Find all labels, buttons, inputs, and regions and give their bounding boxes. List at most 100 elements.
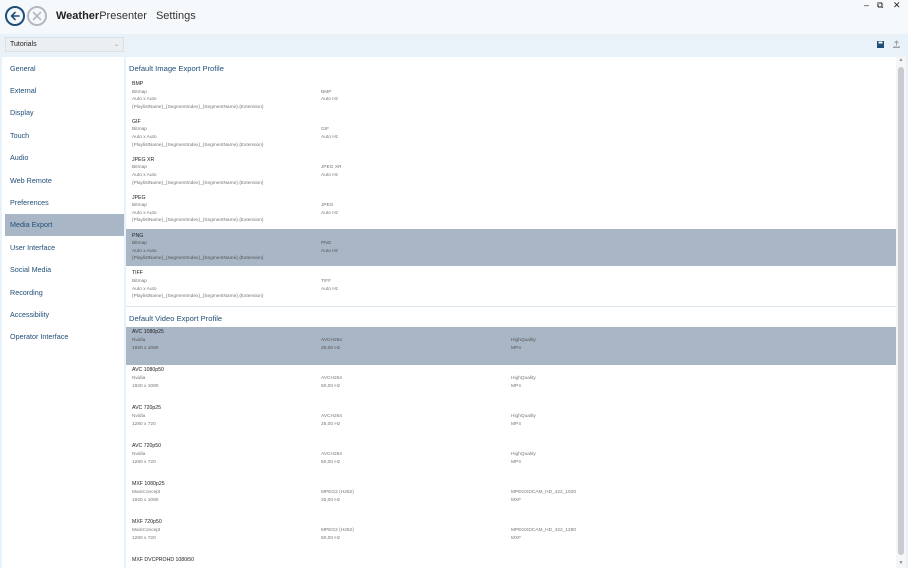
profile-filename-pattern: {PlaylistName}_{SegmentIndex}_{SegmentNa… xyxy=(132,294,264,300)
vertical-scrollbar[interactable]: ▲ ▼ xyxy=(896,57,906,568)
video-profile-row[interactable]: AVC 1080p50 Nvidia 1920 x 1080 AVCH264 5… xyxy=(126,365,896,403)
profile-rate: Auto Hz xyxy=(321,286,339,292)
profile-type: JPEG xyxy=(321,203,334,209)
profile-format: Bitmap xyxy=(132,203,147,209)
profile-codec: AVCH264 xyxy=(321,337,342,343)
profile-rate: Auto Hz xyxy=(321,172,339,178)
sidebar-item-web-remote[interactable]: Web Remote xyxy=(2,169,124,191)
profile-type: BMP xyxy=(321,89,332,95)
sidebar-item-general[interactable]: General xyxy=(2,57,124,79)
video-profile-row[interactable]: AVC 720p50 Nvidia 1280 x 720 AVCH264 50,… xyxy=(126,441,896,479)
profile-codec: MPEG2 (H262) xyxy=(321,527,354,533)
sidebar-item-preferences[interactable]: Preferences xyxy=(2,191,124,213)
media-export-panel: Default Image Export Profile BMP Bitmap … xyxy=(126,57,896,568)
video-section-title: Default Video Export Profile xyxy=(129,314,223,324)
save-icon xyxy=(876,41,884,48)
profile-type: JPEG XR xyxy=(321,165,342,171)
profile-filename-pattern: {PlaylistName}_{SegmentIndex}_{SegmentNa… xyxy=(132,104,264,110)
profile-resolution: Auto x Auto xyxy=(132,210,157,216)
profile-rate: 50,00 Hz xyxy=(321,383,341,389)
video-profile-row[interactable]: MXF DVCPROHD 1080i50 xyxy=(126,555,896,568)
title-bar: WeatherPresenter Settings – ⧉ ✕ xyxy=(0,0,908,34)
app-name-light: Presenter xyxy=(99,10,147,22)
sidebar-item-external[interactable]: External xyxy=(2,79,124,101)
export-profile-button[interactable] xyxy=(890,39,902,50)
video-profile-row-selected[interactable]: AVC 1080p25 Nvidia 1920 x 1080 AVCH264 2… xyxy=(126,327,896,366)
profile-name: TIFF xyxy=(132,270,143,277)
sidebar-item-display[interactable]: Display xyxy=(2,102,124,124)
video-profile-row[interactable]: MXF 1080p25 MainConcept 1920 x 1080 MPEG… xyxy=(126,479,896,517)
profile-codec: AVCH264 xyxy=(321,375,342,381)
image-profile-row[interactable]: TIFF Bitmap Auto x Auto {PlaylistName}_{… xyxy=(126,266,896,304)
sidebar-item-media-export[interactable]: Media Export xyxy=(5,213,124,237)
profile-rate: 50,00 Hz xyxy=(321,535,341,541)
sidebar-item-social-media[interactable]: Social Media xyxy=(2,259,124,281)
sidebar-item-recording[interactable]: Recording xyxy=(2,281,124,303)
profile-quality: HighQuality xyxy=(511,413,536,419)
settings-sidebar: General External Display Touch Audio Web… xyxy=(2,57,124,568)
scroll-up-icon[interactable]: ▲ xyxy=(896,57,906,65)
profile-resolution: Auto x Auto xyxy=(132,286,157,292)
save-profile-button[interactable] xyxy=(874,39,886,50)
image-profile-row-selected[interactable]: PNG Bitmap Auto x Auto {PlaylistName}_{S… xyxy=(126,228,896,267)
category-dropdown[interactable]: Tutorials ⌄ xyxy=(5,37,124,52)
profile-rate: 25,00 Hz xyxy=(321,421,341,427)
profile-rate: Auto Hz xyxy=(321,97,339,103)
chevron-down-icon: ⌄ xyxy=(113,42,119,48)
image-profile-row[interactable]: JPEG Bitmap Auto x Auto {PlaylistName}_{… xyxy=(126,191,896,229)
image-profile-row[interactable]: JPEG XR Bitmap Auto x Auto {PlaylistName… xyxy=(126,153,896,191)
minimize-button[interactable]: – xyxy=(864,0,869,10)
profile-rate: Auto Hz xyxy=(321,210,339,216)
app-title: WeatherPresenter Settings xyxy=(56,10,196,22)
video-profile-row[interactable]: MXF 720p50 MainConcept 1280 x 720 MPEG2 … xyxy=(126,517,896,555)
profile-name: PNG xyxy=(132,232,144,239)
profile-rate: 50,00 Hz xyxy=(321,459,341,465)
scroll-down-icon[interactable]: ▼ xyxy=(896,560,906,568)
profile-type: PNG xyxy=(321,241,332,247)
image-profile-row[interactable]: BMP Bitmap Auto x Auto {PlaylistName}_{S… xyxy=(126,77,896,115)
sidebar-item-audio[interactable]: Audio xyxy=(2,147,124,169)
restore-button[interactable]: ⧉ xyxy=(877,0,883,10)
profile-rate: 25,00 Hz xyxy=(321,497,341,503)
profile-quality: HighQuality xyxy=(511,337,536,343)
profile-container: MP4 xyxy=(511,383,521,389)
back-button[interactable] xyxy=(5,6,25,26)
profile-name: JPEG xyxy=(132,194,146,201)
profile-resolution: Auto x Auto xyxy=(132,248,157,254)
profile-container: MP4 xyxy=(511,459,521,465)
page-title: Settings xyxy=(155,10,196,22)
sidebar-item-accessibility[interactable]: Accessibility xyxy=(2,303,124,325)
cancel-button[interactable] xyxy=(27,6,47,26)
profile-name: BMP xyxy=(132,81,144,87)
profile-codec: AVCH264 xyxy=(321,413,342,419)
profile-quality: HighQuality xyxy=(511,451,536,457)
profile-name: AVC 1080p50 xyxy=(132,367,164,374)
profile-container: MXF xyxy=(511,535,522,541)
profile-name: AVC 1080p25 xyxy=(132,329,164,336)
sidebar-item-user-interface[interactable]: User Interface xyxy=(2,236,124,258)
profile-format: Bitmap xyxy=(132,241,147,247)
profile-resolution: Auto x Auto xyxy=(132,172,157,178)
sidebar-item-operator-interface[interactable]: Operator Interface xyxy=(2,326,124,348)
arrow-left-icon xyxy=(10,11,20,21)
scroll-thumb[interactable] xyxy=(898,67,904,555)
profile-name: MXF 720p50 xyxy=(132,519,162,526)
profile-filename-pattern: {PlaylistName}_{SegmentIndex}_{SegmentNa… xyxy=(132,180,264,186)
profile-name: MXF 1080p25 xyxy=(132,481,165,488)
profile-quality: MPEGXDCAM_HD_422_1280 xyxy=(511,527,577,533)
app-name-bold: Weather xyxy=(56,10,100,22)
sidebar-item-touch[interactable]: Touch xyxy=(2,124,124,146)
window-close-button[interactable]: ✕ xyxy=(893,0,901,10)
profile-name: AVC 720p50 xyxy=(132,443,162,450)
profile-format: Bitmap xyxy=(132,89,147,95)
profile-codec: AVCH264 xyxy=(321,451,342,457)
image-profile-row[interactable]: GIF Bitmap Auto x Auto {PlaylistName}_{S… xyxy=(126,115,896,153)
profile-resolution: Auto x Auto xyxy=(132,97,157,103)
video-profile-row[interactable]: AVC 720p25 Nvidia 1280 x 720 AVCH264 25,… xyxy=(126,403,896,441)
profile-format: Bitmap xyxy=(132,165,147,171)
profile-type: GIF xyxy=(321,127,329,133)
profile-codec: MPEG2 (H262) xyxy=(321,489,354,495)
profile-container: MP4 xyxy=(511,345,521,351)
profile-container: MXF xyxy=(511,497,522,503)
profile-name: AVC 720p25 xyxy=(132,405,162,412)
